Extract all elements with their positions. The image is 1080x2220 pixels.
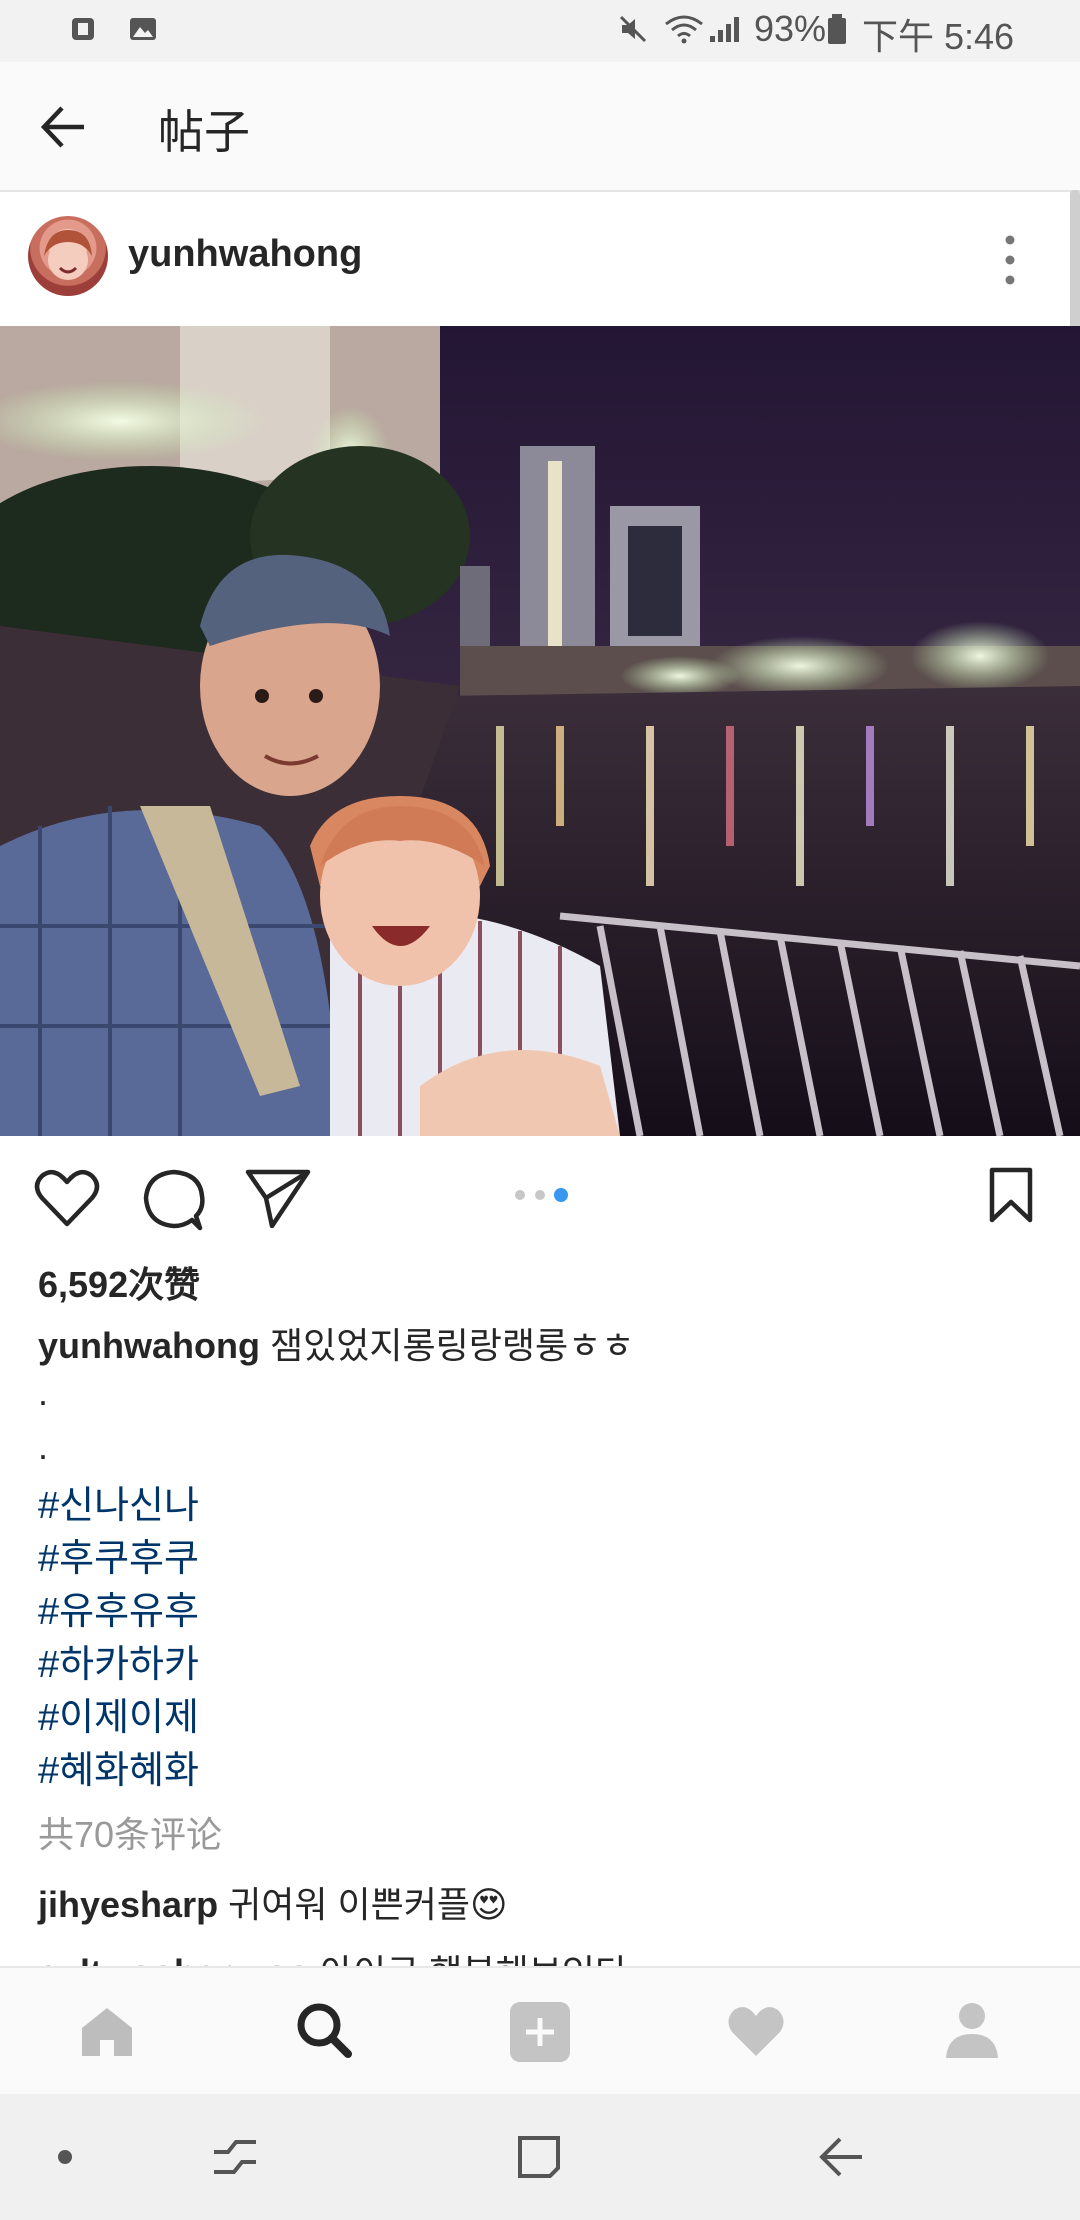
mute-icon <box>619 15 647 43</box>
back-button-icon[interactable] <box>816 2134 866 2180</box>
more-options-icon[interactable] <box>1000 230 1020 290</box>
search-icon[interactable] <box>294 2000 354 2060</box>
wifi-icon <box>665 15 703 44</box>
comment-row: cultwoohanwoo 아이구 행복해보인다 <box>38 1944 628 1966</box>
hashtag-link[interactable]: #후쿠후쿠 <box>38 1527 199 1582</box>
like-heart-icon[interactable] <box>34 1168 100 1228</box>
hashtag-link[interactable]: #신나신나 <box>38 1474 199 1529</box>
nav-dot-icon[interactable] <box>56 2148 74 2166</box>
comment-text: 귀여워 이쁜커플 <box>228 1884 470 1925</box>
system-nav-bar <box>0 2094 1080 2220</box>
view-all-comments-link[interactable]: 共70条评论 <box>38 1806 222 1858</box>
clock: 下午 5:46 <box>862 16 1015 57</box>
hashtag-link[interactable]: #이제이제 <box>38 1686 199 1741</box>
carousel-indicator <box>515 1188 568 1202</box>
app-notification-icon <box>72 18 94 40</box>
caption-dot: . <box>38 1372 49 1413</box>
battery-icon <box>828 14 846 44</box>
app-header: 帖子 <box>0 62 1080 192</box>
comment-username[interactable]: jihyesharp <box>38 1884 218 1925</box>
share-send-icon[interactable] <box>244 1168 312 1228</box>
status-bar: 93% 下午 5:46 <box>0 0 1080 62</box>
recent-apps-icon[interactable] <box>210 2134 260 2180</box>
heart-icon[interactable] <box>726 2004 786 2058</box>
profile-icon[interactable] <box>944 2000 1000 2060</box>
bottom-nav <box>0 1966 1080 2096</box>
comment-row: jihyesharp 귀여워 이쁜커플😍 <box>38 1876 507 1928</box>
comment-text: 아이구 행복해보인다 <box>320 1952 628 1966</box>
caption-text: 잼있었지롱링랑랭룽ㅎㅎ <box>270 1325 635 1366</box>
gallery-notification-icon <box>130 18 156 40</box>
home-icon[interactable] <box>78 2004 136 2060</box>
add-icon[interactable] <box>508 2000 572 2064</box>
post-photo[interactable] <box>0 326 1080 1136</box>
caption-dot: . <box>38 1426 49 1467</box>
hashtag-link[interactable]: #하카하카 <box>38 1633 199 1688</box>
post-username[interactable]: yunhwahong <box>128 233 362 276</box>
page-title: 帖子 <box>158 106 250 158</box>
likes-count[interactable]: 6,592次赞 <box>38 1256 200 1308</box>
caption: yunhwahong 잼있었지롱링랑랭룽ㅎㅎ <box>38 1317 634 1369</box>
bookmark-icon[interactable] <box>988 1166 1034 1224</box>
caption-username[interactable]: yunhwahong <box>38 1325 260 1366</box>
home-button-icon[interactable] <box>514 2132 564 2182</box>
hashtag-link[interactable]: #혜화혜화 <box>38 1739 199 1794</box>
back-arrow-icon[interactable] <box>38 102 88 152</box>
battery-percent: 93% <box>754 8 827 49</box>
avatar[interactable] <box>28 216 108 296</box>
hashtag-link[interactable]: #유후유후 <box>38 1580 199 1635</box>
heart-eyes-emoji: 😍 <box>469 1884 508 1925</box>
comment-username[interactable]: cultwoohanwoo <box>38 1952 310 1966</box>
comment-icon[interactable] <box>142 1168 206 1232</box>
signal-icon <box>710 17 739 42</box>
